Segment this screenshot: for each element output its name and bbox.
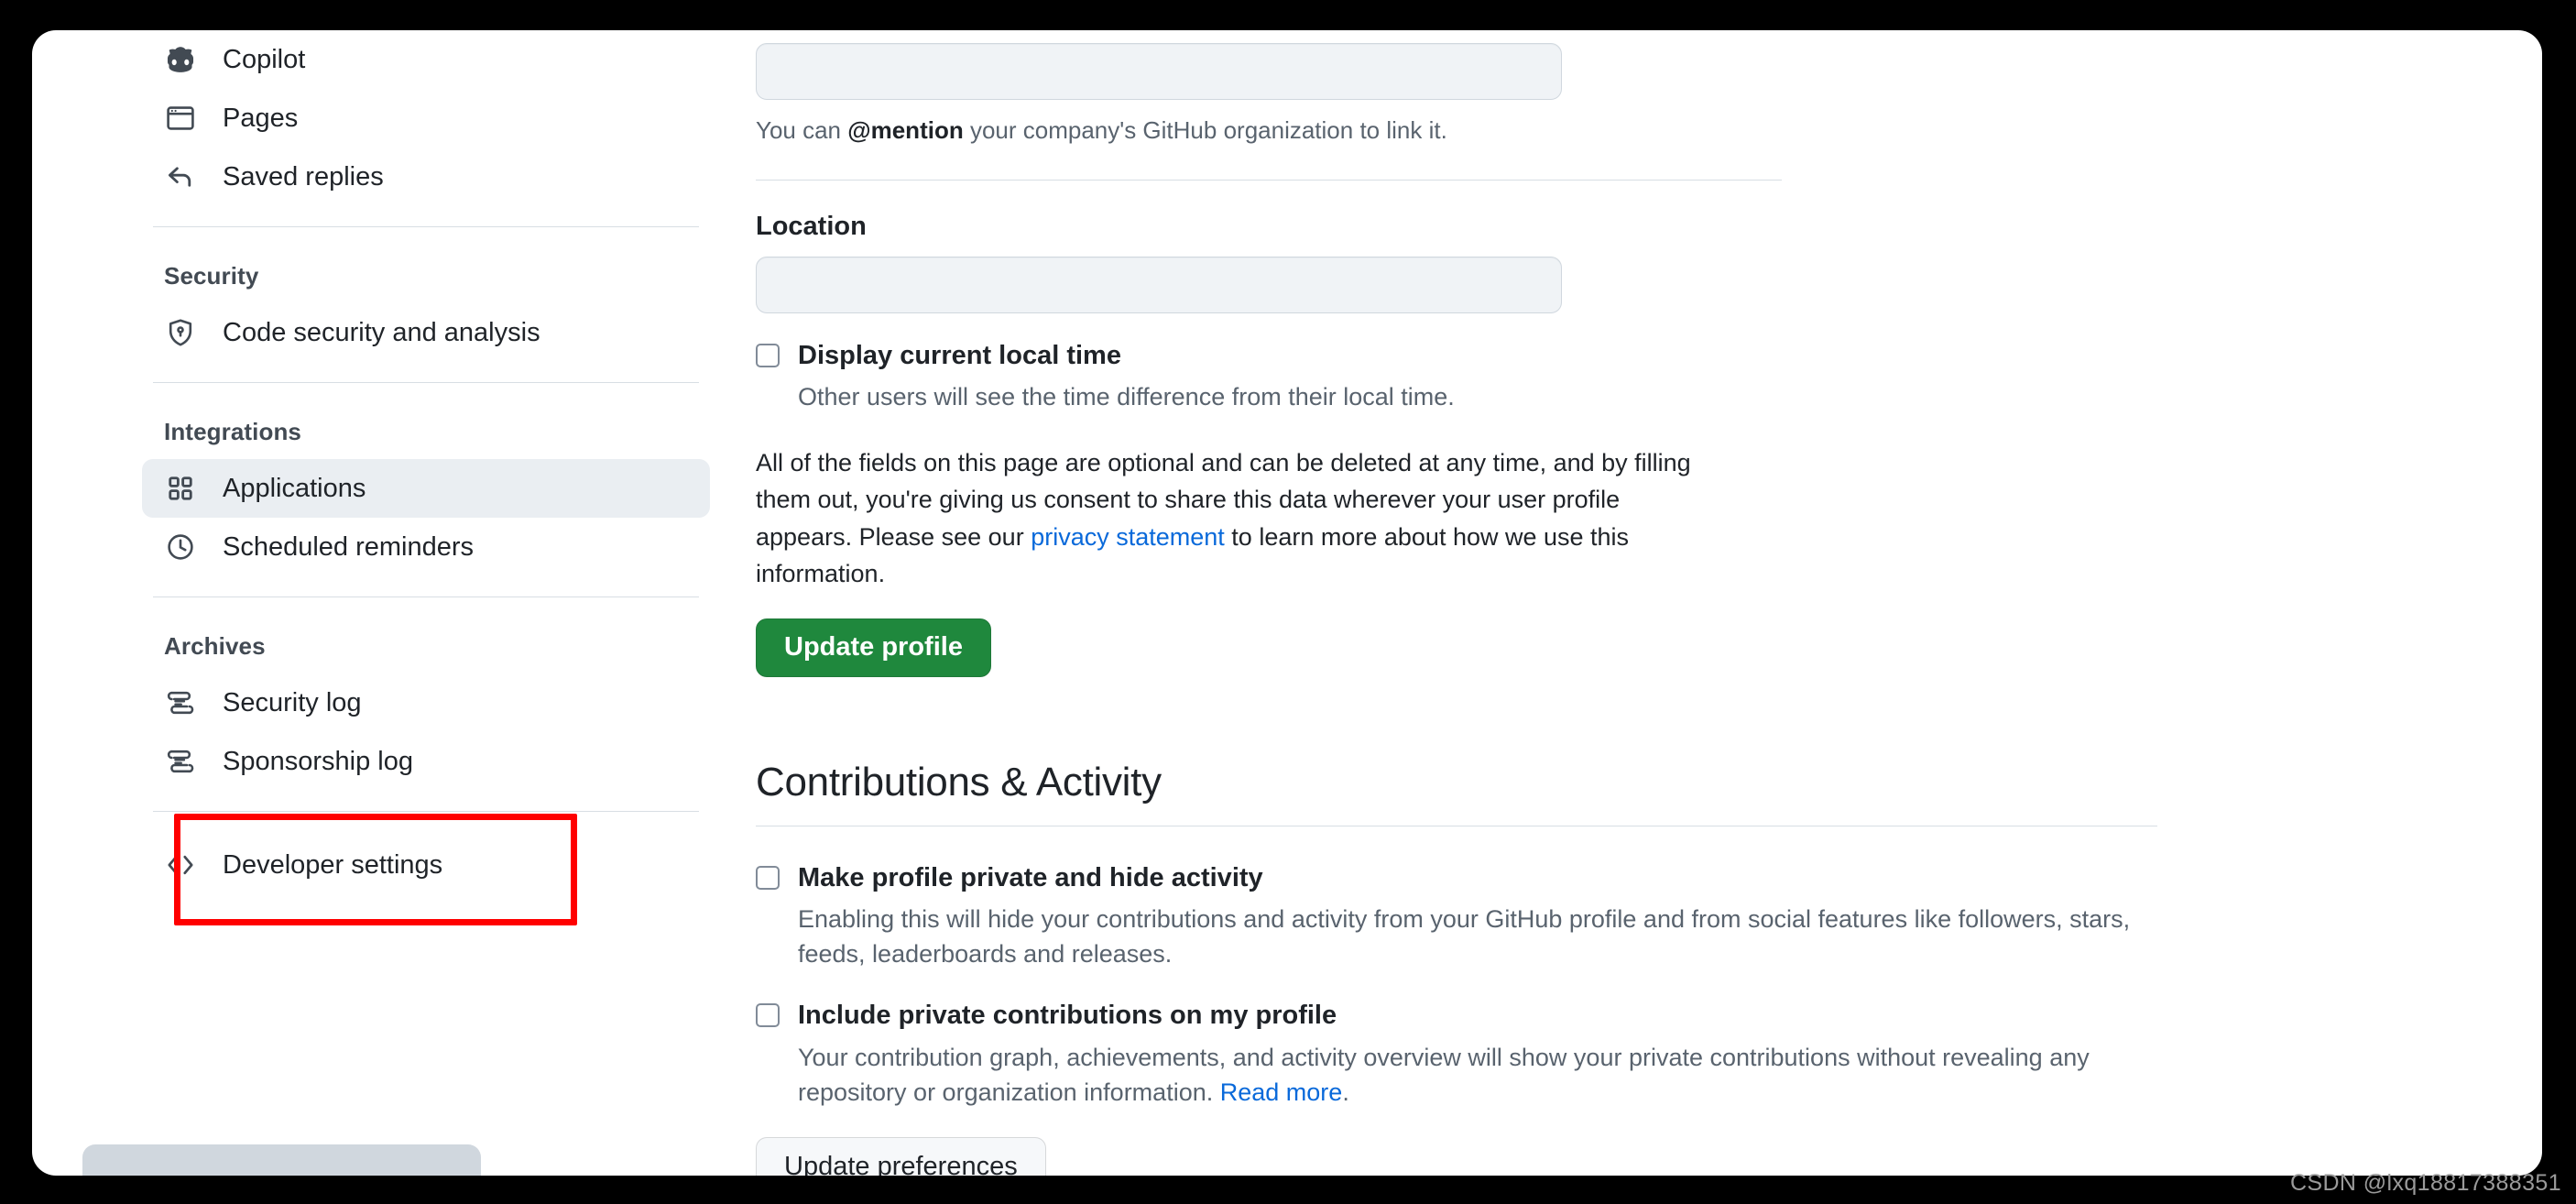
sidebar-item-label: Applications [223,473,366,503]
scroll-log-icon [164,686,197,719]
sidebar-item-sponsorship-log[interactable]: Sponsorship log [142,732,710,791]
company-hint: You can @mention your company's GitHub o… [756,113,2377,148]
reply-arrow-icon [164,160,197,193]
sidebar-item-label: Sponsorship log [223,746,413,776]
clock-icon [164,531,197,564]
screenshot-frame: Copilot Pages Saved replies Security Cod… [0,0,2576,1204]
scroll-log-icon [164,745,197,778]
display-local-time-checkbox[interactable] [756,344,780,367]
sidebar-item-label: Scheduled reminders [223,531,475,562]
display-local-time-row: Display current local time Other users w… [756,339,2377,415]
sidebar-group-heading-integrations: Integrations [164,418,301,445]
shield-lock-icon [164,316,197,349]
settings-sidebar: Copilot Pages Saved replies Security Cod… [142,30,710,925]
sidebar-group-heading-security: Security [164,262,259,290]
location-label: Location [756,212,867,241]
sidebar-item-copilot[interactable]: Copilot [142,30,710,89]
include-private-description-end: . [1342,1078,1349,1107]
sidebar-item-label: Developer settings [223,849,443,880]
sidebar-item-label: Saved replies [223,161,384,192]
include-private-contributions-label: Include private contributions on my prof… [798,1001,1337,1031]
include-private-description-text: Your contribution graph, achievements, a… [798,1043,2090,1107]
bottom-cutoff-banner [82,1144,481,1176]
apps-grid-icon [164,472,197,505]
location-field-group: Location [756,212,2377,313]
sidebar-item-label: Copilot [223,44,306,74]
sidebar-item-code-security-and-analysis[interactable]: Code security and analysis [142,303,710,362]
privacy-statement-link[interactable]: privacy statement [1031,523,1225,551]
contributions-section-title: Contributions & Activity [756,759,1162,804]
sidebar-item-label: Security log [223,687,362,717]
optional-fields-notice: All of the fields on this page are optio… [756,444,1718,593]
browser-window-icon [164,102,197,135]
section-divider [756,180,1782,181]
location-input[interactable] [756,257,1562,313]
company-hint-after: your company's GitHub organization to li… [963,116,1447,144]
sidebar-item-applications[interactable]: Applications [142,459,710,518]
company-hint-before: You can [756,116,848,144]
sidebar-item-label: Pages [223,103,299,133]
include-private-contributions-row: Include private contributions on my prof… [756,999,2377,1110]
company-hint-mention: @mention [847,116,964,144]
make-profile-private-row: Make profile private and hide activity E… [756,861,2377,972]
make-profile-private-checkbox[interactable] [756,865,780,890]
make-profile-private-label: Make profile private and hide activity [798,862,1263,892]
sidebar-item-label: Code security and analysis [223,317,540,347]
make-profile-private-description: Enabling this will hide your contributio… [798,904,2131,969]
sidebar-item-pages[interactable]: Pages [142,89,710,148]
sidebar-item-scheduled-reminders[interactable]: Scheduled reminders [142,518,710,576]
copilot-icon [164,43,197,76]
sidebar-divider [153,811,699,812]
display-local-time-description: Other users will see the time difference… [798,383,1455,411]
settings-main-content: You can @mention your company's GitHub o… [756,30,2377,1176]
settings-page: Copilot Pages Saved replies Security Cod… [32,30,2542,1176]
code-brackets-icon [164,848,197,881]
sidebar-item-developer-settings[interactable]: Developer settings [142,836,710,894]
page-columns: Copilot Pages Saved replies Security Cod… [32,30,2542,1176]
sidebar-item-saved-replies[interactable]: Saved replies [142,148,710,206]
sidebar-group-heading-archives: Archives [164,632,266,660]
sidebar-item-security-log[interactable]: Security log [142,673,710,732]
update-preferences-button[interactable]: Update preferences [756,1137,1046,1176]
display-local-time-label: Display current local time [798,341,1121,370]
company-input[interactable] [756,43,1562,100]
include-private-contributions-description: Your contribution graph, achievements, a… [798,1040,2172,1111]
csdn-watermark: CSDN @lxq18817388351 [2289,1170,2561,1196]
read-more-link[interactable]: Read more [1220,1078,1343,1106]
include-private-contributions-checkbox[interactable] [756,1003,780,1028]
update-profile-button[interactable]: Update profile [756,618,991,677]
